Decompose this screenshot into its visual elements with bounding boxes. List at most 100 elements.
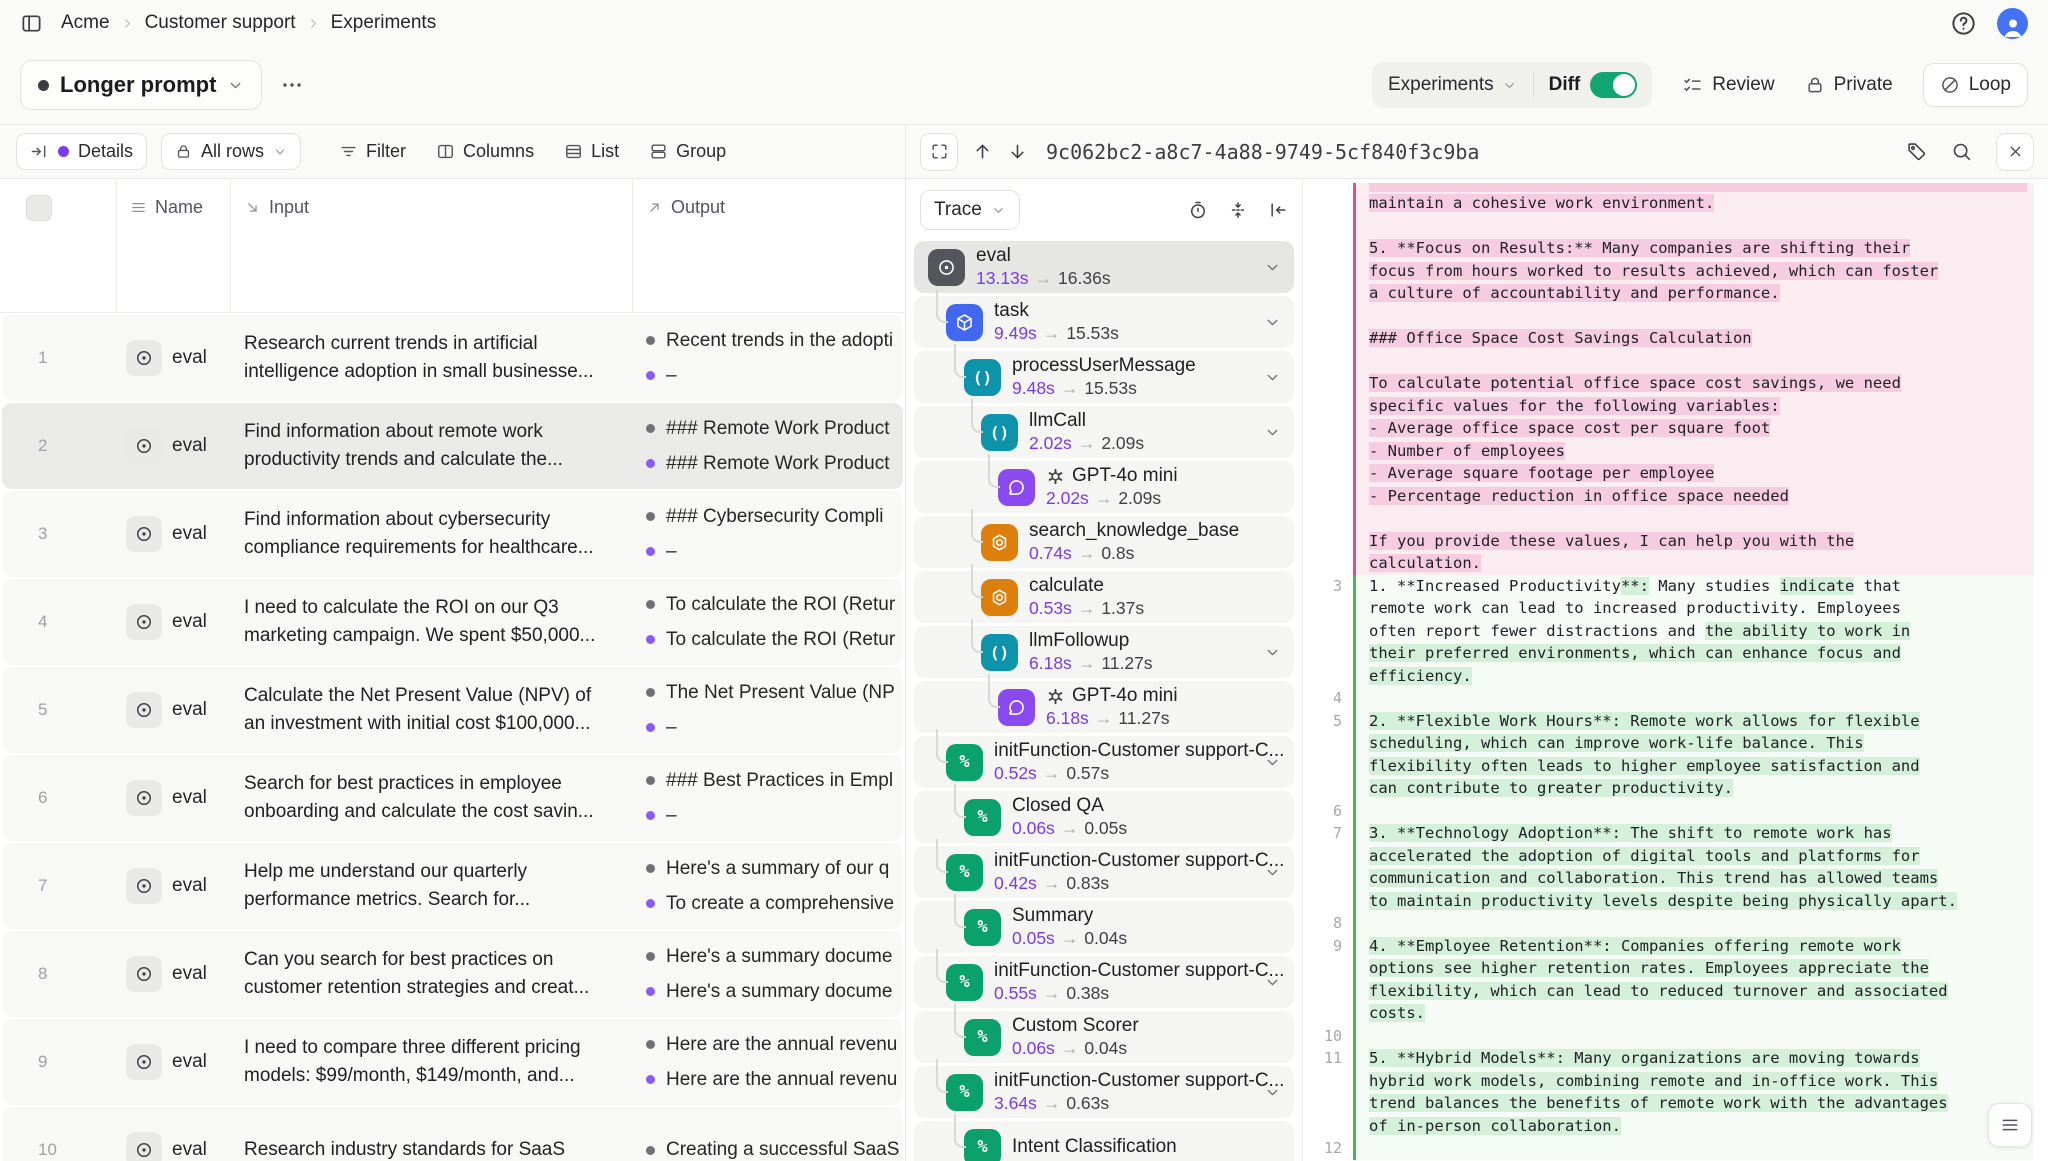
diff-deleted-line: a culture of accountability and performa…	[1303, 282, 2048, 305]
trace-span-row[interactable]: GPT-4o mini6.18s→11.27s	[914, 681, 1294, 733]
trace-span-row[interactable]: %Intent Classification	[914, 1121, 1294, 1161]
chevron-down-icon[interactable]	[1264, 424, 1281, 441]
column-divider[interactable]	[632, 179, 633, 312]
sidebar-toggle-icon[interactable]	[20, 12, 43, 35]
chevron-down-icon[interactable]	[1264, 259, 1281, 276]
line-number: 10	[1303, 1025, 1353, 1048]
trace-span-row[interactable]: %initFunction-Customer support-C...0.55s…	[914, 956, 1294, 1008]
trace-span-row[interactable]: GPT-4o mini2.02s→2.09s	[914, 461, 1294, 513]
diff-line-text: can contribute to greater productivity.	[1353, 777, 2034, 800]
chevron-down-icon[interactable]	[1264, 754, 1281, 771]
trace-span-row[interactable]: %initFunction-Customer support-C...0.52s…	[914, 736, 1294, 788]
lock-icon	[1805, 75, 1825, 95]
list-button[interactable]: List	[556, 134, 627, 169]
line-number	[1303, 755, 1353, 778]
experiments-dropdown[interactable]: Experiments	[1372, 62, 1533, 108]
output-text: ### Remote Work Product	[666, 418, 890, 440]
trace-span-row[interactable]: eval13.13s→16.36s	[914, 241, 1294, 293]
row-name-label: eval	[172, 347, 207, 369]
columns-button[interactable]: Columns	[428, 134, 542, 169]
collapse-rows-icon[interactable]	[1228, 200, 1248, 220]
output-score-line: ### Cybersecurity Compli	[646, 506, 903, 528]
chevron-down-icon[interactable]	[1264, 314, 1281, 331]
line-number	[1303, 440, 1353, 463]
table-row[interactable]: 5evalCalculate the Net Present Value (NP…	[2, 667, 903, 753]
search-icon[interactable]	[1951, 141, 1972, 162]
table-row[interactable]: 10evalResearch industry standards for Sa…	[2, 1107, 903, 1161]
chevron-down-icon[interactable]	[1264, 1084, 1281, 1101]
diff-line-text: flexibility, which can lead to reduced t…	[1353, 980, 2034, 1003]
diff-line-text: focus from hours worked to results achie…	[1353, 260, 2034, 283]
filter-button[interactable]: Filter	[331, 134, 414, 169]
chevron-down-icon[interactable]	[1264, 974, 1281, 991]
all-rows-dropdown[interactable]: All rows	[161, 133, 301, 170]
trace-span-row[interactable]: %Summary0.05s→0.04s	[914, 901, 1294, 953]
column-header-name[interactable]: Name	[130, 197, 203, 218]
trace-span-row[interactable]: search_knowledge_base0.74s→0.8s	[914, 516, 1294, 568]
trace-span-row[interactable]: ()llmCall2.02s→2.09s	[914, 406, 1294, 458]
diff-toggle[interactable]	[1590, 72, 1637, 98]
trace-span-row[interactable]: %Closed QA0.06s→0.05s	[914, 791, 1294, 843]
column-divider[interactable]	[230, 179, 231, 312]
avatar[interactable]	[1997, 8, 2028, 39]
name-cell: eval	[104, 1132, 230, 1161]
group-button[interactable]: Group	[641, 134, 734, 169]
column-divider[interactable]	[116, 179, 117, 312]
chevron-down-icon[interactable]	[1264, 864, 1281, 881]
chevron-down-icon[interactable]	[1264, 369, 1281, 386]
trace-span-row[interactable]: %initFunction-Customer support-C...3.64s…	[914, 1066, 1294, 1118]
chevron-down-icon[interactable]	[1264, 644, 1281, 661]
help-icon[interactable]	[1950, 10, 1977, 37]
trace-span-row[interactable]: %initFunction-Customer support-C...0.42s…	[914, 846, 1294, 898]
details-button[interactable]: Details	[16, 133, 147, 170]
experiment-selector[interactable]: Longer prompt	[20, 60, 262, 110]
toc-icon[interactable]	[1988, 1103, 2032, 1147]
table-row[interactable]: 4evalI need to calculate the ROI on our …	[2, 579, 903, 665]
results-table: Name Input Output 1evalResearch current …	[0, 179, 905, 1161]
top-bar: Acme Customer support Experiments	[0, 0, 2048, 46]
private-button[interactable]: Private	[1805, 74, 1893, 96]
trace-span-row[interactable]: task9.49s→15.53s	[914, 296, 1294, 348]
next-row-icon[interactable]	[1007, 141, 1028, 162]
loop-button[interactable]: Loop	[1923, 63, 2028, 107]
expand-trace-icon[interactable]	[920, 133, 958, 171]
close-icon[interactable]	[1996, 133, 2034, 171]
table-row[interactable]: 6evalSearch for best practices in employ…	[2, 755, 903, 841]
breadcrumb-page[interactable]: Experiments	[331, 12, 437, 34]
trace-span-row[interactable]: ()llmFollowup6.18s→11.27s	[914, 626, 1294, 678]
breadcrumb-project[interactable]: Customer support	[145, 12, 296, 34]
table-row[interactable]: 2evalFind information about remote workp…	[2, 403, 903, 489]
view-mode-group: Experiments Diff	[1372, 62, 1652, 108]
line-number	[1303, 620, 1353, 643]
span-meta: Closed QA0.06s→0.05s	[1012, 795, 1127, 839]
table-row[interactable]: 8evalCan you search for best practices o…	[2, 931, 903, 1017]
collapse-panel-icon[interactable]	[1268, 200, 1288, 220]
timer-icon[interactable]	[1188, 200, 1208, 220]
table-row[interactable]: 7evalHelp me understand our quarterlyper…	[2, 843, 903, 929]
select-all-checkbox[interactable]	[26, 195, 52, 221]
more-options-icon[interactable]	[280, 73, 304, 97]
tree-connector	[971, 399, 983, 433]
column-header-input[interactable]: Input	[244, 197, 309, 218]
table-row[interactable]: 9evalI need to compare three different p…	[2, 1019, 903, 1105]
prev-row-icon[interactable]	[972, 141, 993, 162]
diff-deleted-line: specific values for the following variab…	[1303, 395, 2048, 418]
diff-output-pane: maintain a cohesive work environment.5. …	[1303, 179, 2048, 1161]
table-row[interactable]: 3evalFind information about cybersecurit…	[2, 491, 903, 577]
span-meta: initFunction-Customer support-C...0.55s→…	[994, 960, 1284, 1004]
breadcrumb-org[interactable]: Acme	[61, 12, 110, 34]
open-panel-icon	[30, 142, 49, 161]
diff-line-text: accelerated the adoption of digital tool…	[1353, 845, 2034, 868]
column-header-output[interactable]: Output	[646, 197, 725, 218]
chevron-down-icon	[273, 145, 287, 159]
review-button[interactable]: Review	[1682, 74, 1774, 96]
trace-span-row[interactable]: calculate0.53s→1.37s	[914, 571, 1294, 623]
diff-added-line: efficiency.	[1303, 665, 2048, 688]
trace-view-dropdown[interactable]: Trace	[920, 190, 1020, 230]
tag-icon[interactable]	[1906, 141, 1927, 162]
trace-span-row[interactable]: %Custom Scorer0.06s→0.04s	[914, 1011, 1294, 1063]
table-row[interactable]: 1evalResearch current trends in artifici…	[2, 315, 903, 401]
line-number	[1303, 183, 1353, 192]
diff-added-line: 6	[1303, 800, 2048, 823]
trace-span-row[interactable]: ()processUserMessage9.48s→15.53s	[914, 351, 1294, 403]
